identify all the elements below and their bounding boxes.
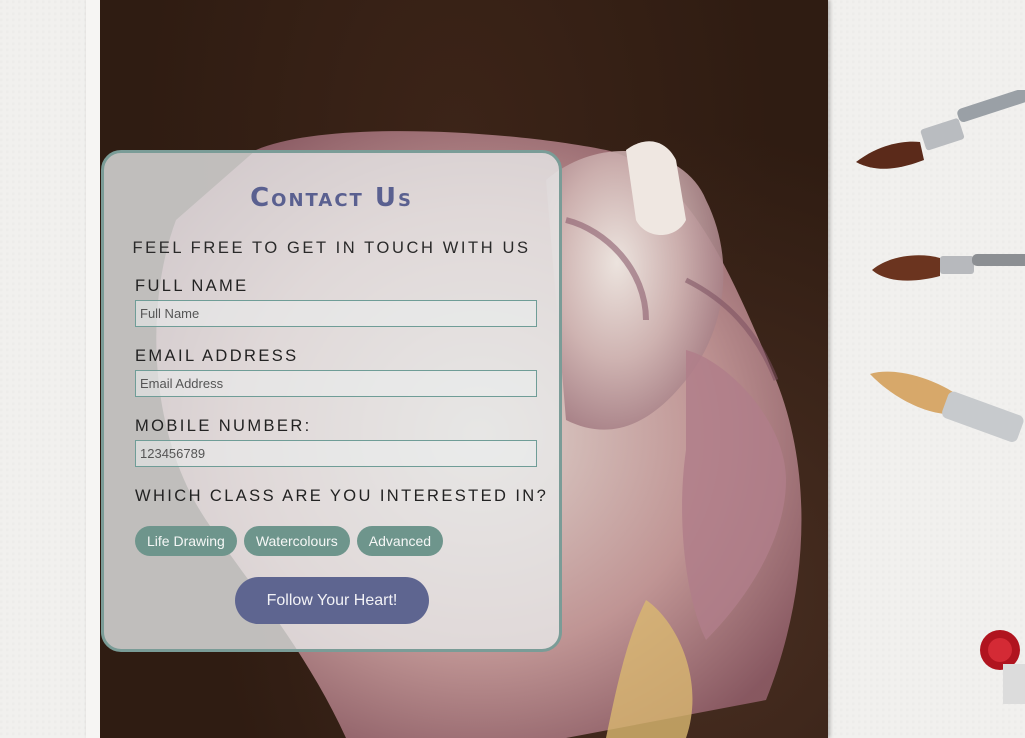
class-question-label: WHICH CLASS ARE YOU INTERESTED IN? [135, 487, 549, 505]
canvas-edge [86, 0, 100, 738]
full-name-label: FULL NAME [135, 277, 249, 295]
paintbrush-icon [872, 254, 1025, 281]
email-input[interactable] [135, 370, 537, 397]
class-option-watercolours[interactable]: Watercolours [243, 526, 350, 556]
mobile-input[interactable] [135, 440, 537, 467]
paint-tube-icon [980, 630, 1025, 704]
submit-button[interactable]: Follow Your Heart! [235, 577, 429, 624]
page-title: Contact Us [250, 183, 413, 213]
class-option-life-drawing[interactable]: Life Drawing [135, 526, 237, 556]
page-subtitle: FEEL FREE TO GET IN TOUCH WITH US [132, 239, 531, 257]
paintbrush-icon [856, 90, 1025, 169]
paintbrush-icon [870, 371, 1024, 442]
class-option-advanced[interactable]: Advanced [356, 526, 444, 556]
email-label: EMAIL ADDRESS [135, 347, 299, 365]
class-options: Life Drawing Watercolours Advanced [135, 526, 444, 556]
full-name-input[interactable] [135, 300, 537, 327]
contact-card: Contact Us FEEL FREE TO GET IN TOUCH WIT… [101, 150, 562, 652]
mobile-label: MOBILE NUMBER: [135, 417, 312, 435]
